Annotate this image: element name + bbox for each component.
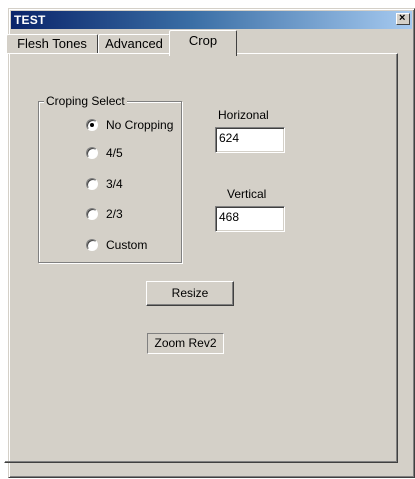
vertical-input[interactable]: 468 bbox=[215, 206, 285, 232]
radio-label: 3/4 bbox=[106, 177, 123, 191]
close-button[interactable]: × bbox=[396, 12, 410, 25]
tab-crop[interactable]: Crop bbox=[169, 30, 237, 56]
zoom-version-label: Zoom Rev2 bbox=[147, 333, 224, 354]
radio-button-icon[interactable] bbox=[86, 147, 98, 159]
cropping-group-label: Croping Select bbox=[44, 94, 127, 108]
title-bar[interactable]: TEST × bbox=[11, 11, 412, 29]
resize-button[interactable]: Resize bbox=[146, 281, 234, 306]
horizontal-input[interactable]: 624 bbox=[215, 127, 285, 153]
window-title: TEST bbox=[14, 13, 46, 27]
radio-selected-dot bbox=[90, 123, 94, 127]
radio-label: 2/3 bbox=[106, 207, 123, 221]
radio-label: No Cropping bbox=[106, 118, 174, 132]
vertical-label: Vertical bbox=[227, 187, 267, 201]
tab-flesh-tones[interactable]: Flesh Tones bbox=[6, 34, 98, 54]
radio-label: Custom bbox=[106, 238, 148, 252]
radio-button-icon[interactable] bbox=[86, 178, 98, 190]
tab-advanced[interactable]: Advanced bbox=[98, 34, 170, 54]
horizontal-label: Horizonal bbox=[218, 108, 269, 122]
radio-button-icon[interactable] bbox=[86, 239, 98, 251]
radio-label: 4/5 bbox=[106, 146, 123, 160]
radio-button-icon[interactable] bbox=[86, 208, 98, 220]
radio-button-icon[interactable] bbox=[86, 119, 98, 131]
close-icon: × bbox=[399, 12, 406, 24]
